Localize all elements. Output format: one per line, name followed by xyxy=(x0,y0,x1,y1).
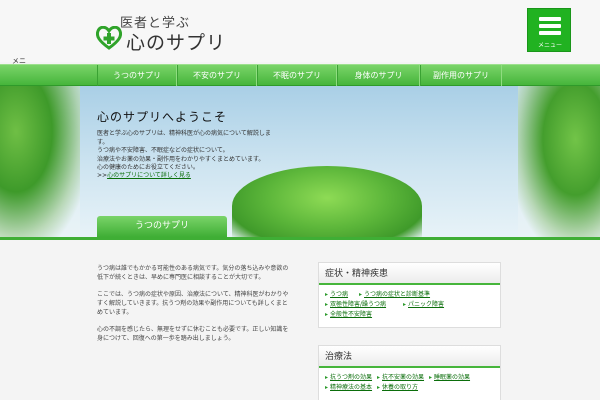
sidebar-symptoms: 症状・精神疾患 うつ病 うつ病の症状と診断基準 双極性障害/躁うつ病 パニック障… xyxy=(318,262,501,328)
hamburger-icon xyxy=(539,17,561,21)
hero-more-link: >>心のサプリについて詳しく見る xyxy=(97,170,191,179)
hero-foliage-left xyxy=(0,86,80,238)
tag-link[interactable]: うつ病の症状と診断基準 xyxy=(359,289,430,298)
hero-divider xyxy=(0,237,600,240)
hero-line: 医者と学ぶ心のサプリは、精神科医が心の病気について解説します。 xyxy=(97,130,271,146)
tag-link[interactable]: パニック障害 xyxy=(403,299,444,308)
hero-title: 心のサプリへようこそ xyxy=(97,110,228,124)
section-tab-depression[interactable]: うつのサプリ xyxy=(97,216,227,237)
sidebar-heading: 治療法 xyxy=(319,346,500,368)
hamburger-icon xyxy=(539,31,561,35)
tag-link[interactable]: 休養の取り方 xyxy=(377,382,418,391)
content-paragraph: ここでは、うつ病の症状や原因、治療法について、精神科医がわかりやすく解説していき… xyxy=(97,291,289,316)
tag-link[interactable]: 抗不安薬の効果 xyxy=(377,372,424,381)
tag-link[interactable]: 全般性不安障害 xyxy=(325,309,372,318)
global-nav: うつのサプリ 不安のサプリ 不眠のサプリ 身体のサプリ 副作用のサプリ xyxy=(0,64,600,86)
nav-item-anxiety[interactable]: 不安のサプリ xyxy=(177,65,257,86)
tag-link[interactable]: 双極性障害/躁うつ病 xyxy=(325,299,386,308)
site-header: 医者と学ぶ 心のサプリ メニュー メニ xyxy=(0,0,600,65)
hero-line: 治療法やお薬の効果・副作用をわかりやすくまとめています。 xyxy=(97,155,265,163)
sidebar-heading: 症状・精神疾患 xyxy=(319,263,500,285)
sidebar-tag-list: うつ病 うつ病の症状と診断基準 双極性障害/躁うつ病 パニック障害 全般性不安障… xyxy=(319,285,500,327)
hero-line: うつ病や不安障害、不眠症などの症状について。 xyxy=(97,147,229,154)
heart-cross-icon xyxy=(96,26,122,50)
tag-link[interactable]: 睡眠薬の効果 xyxy=(429,372,470,381)
hero-banner xyxy=(0,86,600,238)
site-logo[interactable]: 医者と学ぶ 心のサプリ xyxy=(96,8,226,54)
sidebar-treatment: 治療法 抗うつ剤の効果 抗不安薬の効果 睡眠薬の効果 精神療法の基本 休養の取り… xyxy=(318,345,501,400)
nav-item-depression[interactable]: うつのサプリ xyxy=(97,65,177,86)
tag-link[interactable]: 精神療法の基本 xyxy=(325,382,372,391)
content-paragraph: 心の不調を感じたら、無理をせずに休むことも必要です。正しい知識を身につけて、回復… xyxy=(97,326,289,342)
menu-button[interactable]: メニュー xyxy=(527,8,571,52)
nav-item-body[interactable]: 身体のサプリ xyxy=(337,65,420,86)
hero-description: 医者と学ぶ心のサプリは、精神科医が心の病気について解説します。 うつ病や不安障害… xyxy=(97,130,277,173)
menu-label: メニュー xyxy=(537,42,562,49)
tag-link[interactable]: 抗うつ剤の効果 xyxy=(325,372,372,381)
sidebar-tag-list: 抗うつ剤の効果 抗不安薬の効果 睡眠薬の効果 精神療法の基本 休養の取り方 xyxy=(319,368,500,400)
tag-link[interactable]: うつ病 xyxy=(325,289,348,298)
nav-item-insomnia[interactable]: 不眠のサプリ xyxy=(257,65,337,86)
hamburger-icon xyxy=(539,24,561,28)
link-prefix: >> xyxy=(97,172,108,179)
hero-tree-center xyxy=(232,166,422,238)
about-link[interactable]: 心のサプリについて詳しく見る xyxy=(107,172,191,179)
main-content: うつ病は誰でもかかる可能性のある病気です。気分の落ち込みや意欲の低下が続くときは… xyxy=(97,264,289,351)
nav-item-side-effects[interactable]: 副作用のサプリ xyxy=(420,65,502,86)
hero-foliage-right xyxy=(518,86,600,238)
content-paragraph: うつ病は誰でもかかる可能性のある病気です。気分の落ち込みや意欲の低下が続くときは… xyxy=(97,265,289,281)
logo-title: 心のサプリ xyxy=(126,32,227,54)
